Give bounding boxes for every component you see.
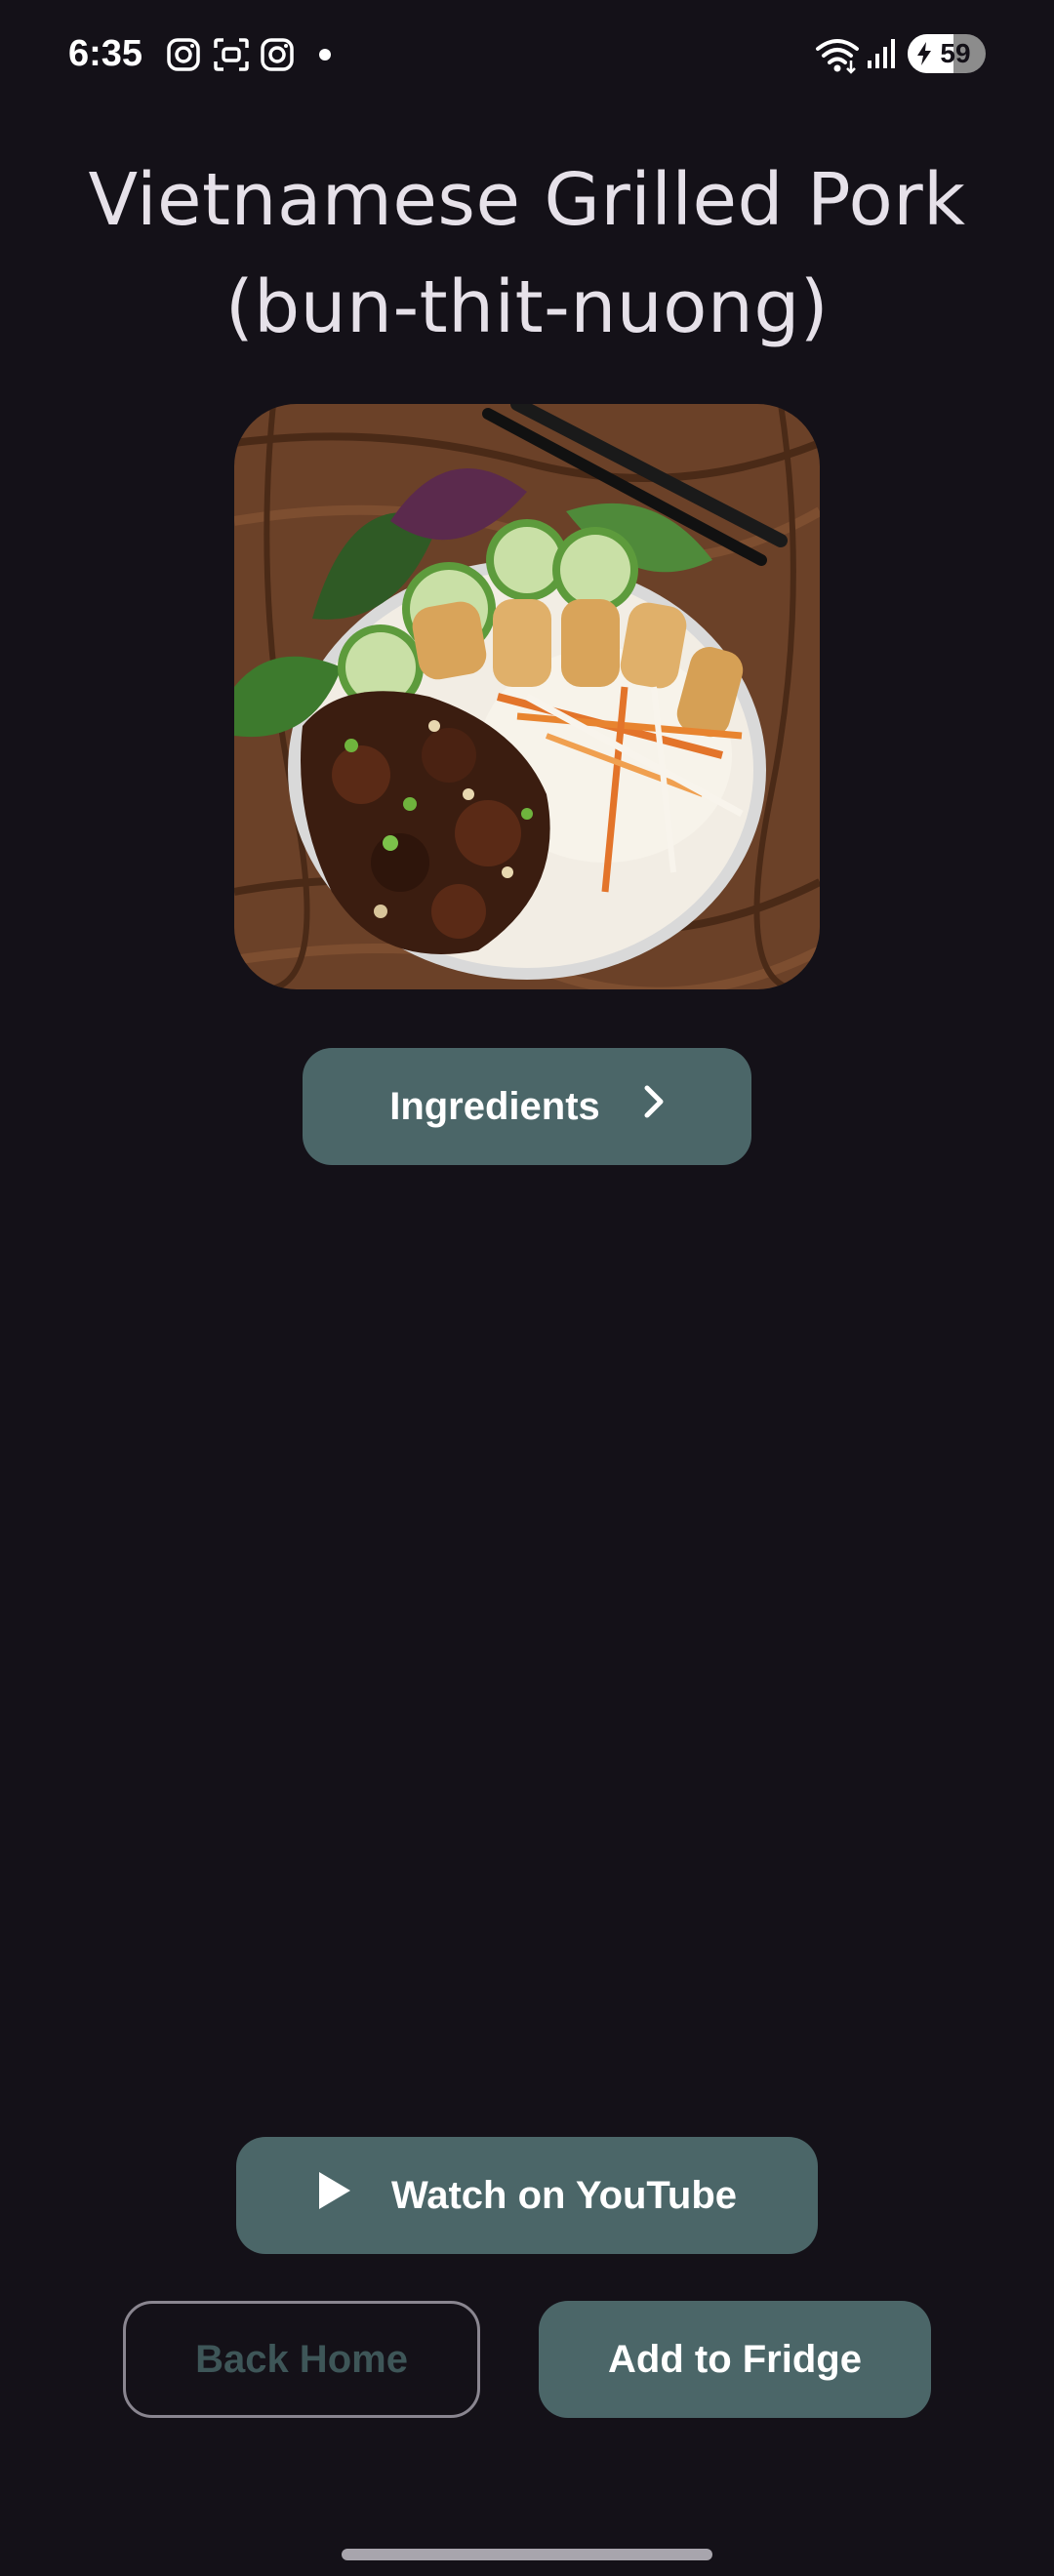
notification-dot [319,49,331,60]
add-to-fridge-label: Add to Fridge [608,2337,862,2381]
home-indicator[interactable] [342,2549,712,2560]
instagram-icon [260,37,295,77]
play-icon [317,2170,352,2221]
recipe-image [234,404,820,989]
watch-youtube-label: Watch on YouTube [390,2173,738,2217]
status-bar: 6:35 59 [0,0,1054,107]
back-home-label: Back Home [195,2337,408,2381]
instagram-icon [166,37,201,77]
status-time: 6:35 [68,33,143,74]
signal-icon [867,37,898,75]
recipe-detail-screen: 6:35 59 Vietnamese Grilled Pork (bun-thi… [0,0,1054,2576]
back-home-button[interactable]: Back Home [123,2301,480,2418]
recipe-title: Vietnamese Grilled Pork (bun-thit-nuong) [88,158,966,349]
battery-indicator: 59 [908,34,986,73]
battery-level: 59 [940,38,971,68]
add-to-fridge-button[interactable]: Add to Fridge [539,2301,931,2418]
watch-youtube-button[interactable]: Watch on YouTube [236,2137,818,2254]
scan-icon [213,37,250,77]
ingredients-button[interactable]: Ingredients [303,1048,751,1165]
wifi-icon [814,35,861,79]
chevron-right-icon [643,1084,665,1129]
ingredients-button-label: Ingredients [389,1084,600,1128]
